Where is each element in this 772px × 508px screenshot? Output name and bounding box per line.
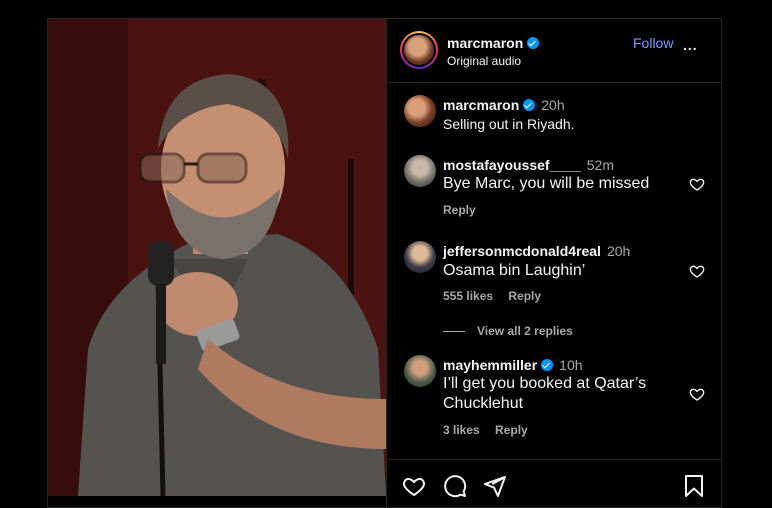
bookmark-icon[interactable] (683, 474, 705, 498)
comment-time: 10h (559, 357, 583, 373)
comment-time: 20h (606, 243, 631, 259)
comment-avatar[interactable] (404, 155, 436, 187)
share-icon[interactable] (483, 474, 507, 498)
post-header: marcmaron Original audio Follow ... (387, 19, 721, 83)
author-avatar[interactable] (400, 31, 438, 69)
more-icon[interactable]: ... (683, 37, 698, 53)
follow-button[interactable]: Follow (633, 35, 673, 51)
caption-text: Selling out in Riyadh. (443, 116, 575, 132)
comments-panel: marcmaron Original audio Follow ... marc… (386, 19, 721, 507)
post-card: marcmaron Original audio Follow ... marc… (47, 18, 722, 508)
verified-icon (527, 37, 540, 49)
post-media[interactable] (48, 19, 386, 496)
post-actions (387, 459, 721, 500)
comment-meta: 555 likes Reply (443, 289, 553, 303)
comment-text: Osama bin Laughin’ (443, 262, 586, 279)
post-photo (48, 19, 386, 496)
caption-username[interactable]: marcmaron 20h (443, 97, 565, 113)
view-replies-button[interactable]: View all 2 replies (443, 324, 573, 338)
comment-icon[interactable] (443, 474, 467, 498)
reply-button[interactable]: Reply (508, 289, 541, 303)
comment-avatar[interactable] (404, 241, 436, 273)
comment-text: Bye Marc, you will be missed (443, 175, 650, 192)
comment-username[interactable]: mostafayoussef____ 52m (443, 157, 614, 173)
comment-text: I’ll get you booked at Qatar’s Chucklehu… (443, 375, 647, 412)
heart-icon[interactable] (689, 263, 705, 279)
audio-label[interactable]: Original audio (447, 54, 521, 68)
reply-button[interactable]: Reply (495, 423, 528, 437)
verified-icon (541, 359, 554, 371)
comment-meta: Reply (443, 203, 488, 217)
comment-username[interactable]: jeffersonmcdonald4real 20h (443, 243, 630, 259)
caption-time: 20h (541, 97, 565, 113)
caption-avatar[interactable] (404, 95, 436, 127)
comment-time: 52m (586, 157, 614, 173)
verified-icon (523, 99, 536, 111)
likes-count[interactable]: 3 likes (443, 423, 480, 437)
heart-icon[interactable] (689, 176, 705, 192)
reply-button[interactable]: Reply (443, 203, 476, 217)
heart-icon[interactable] (689, 386, 705, 402)
heart-icon[interactable] (402, 474, 426, 498)
author-username[interactable]: marcmaron (447, 35, 540, 51)
comment-meta: 3 likes Reply (443, 423, 540, 437)
comment-username[interactable]: mayhemmiller 10h (443, 357, 583, 373)
likes-count[interactable]: 555 likes (443, 289, 493, 303)
comment-avatar[interactable] (404, 355, 436, 387)
author-username-text[interactable]: marcmaron (447, 35, 523, 51)
